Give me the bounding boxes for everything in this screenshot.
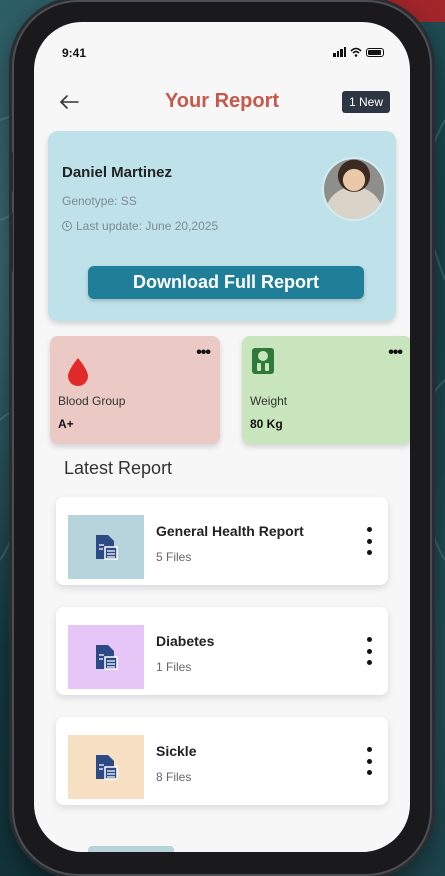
mute-switch [10, 152, 13, 192]
download-report-button[interactable]: Download Full Report [88, 266, 364, 299]
next-report-thumbnail [88, 846, 174, 852]
report-file-count: 1 Files [156, 660, 192, 674]
more-vertical-icon[interactable] [366, 527, 372, 555]
blood-group-card[interactable]: ••• Blood Group A+ [50, 336, 220, 444]
last-update-text: Last update: June 20,2025 [76, 219, 219, 233]
phone-frame: 9:41 Your Report 1 New Daniel Martinez G… [10, 2, 430, 874]
weight-label: Weight [250, 394, 288, 408]
app-header: Your Report 1 New [34, 88, 410, 118]
app-screen: 9:41 Your Report 1 New Daniel Martinez G… [34, 22, 410, 852]
profile-card: Daniel Martinez Genotype: SS Last update… [48, 131, 396, 321]
section-title: Latest Report [64, 458, 173, 478]
report-file-count: 5 Files [156, 550, 192, 564]
more-vertical-icon[interactable] [366, 637, 372, 665]
document-icon [96, 645, 118, 670]
report-thumbnail [68, 625, 144, 689]
signal-icon [333, 47, 346, 57]
more-options-icon[interactable]: ••• [196, 344, 211, 362]
volume-up-button [10, 212, 13, 272]
report-card-diabetes[interactable]: Diabetes 1 Files [56, 607, 388, 695]
report-title: General Health Report [156, 523, 304, 539]
report-title: Sickle [156, 743, 197, 759]
weight-value: 80 Kg [250, 417, 283, 431]
blood-group-label: Blood Group [58, 394, 126, 408]
avatar[interactable] [324, 159, 384, 219]
new-badge[interactable]: 1 New [341, 91, 390, 113]
status-time: 9:41 [62, 46, 87, 60]
status-bar: 9:41 [62, 46, 384, 62]
blood-group-value: A+ [58, 417, 74, 431]
last-update: Last update: June 20,2025 [62, 219, 218, 233]
clock-icon [62, 221, 72, 231]
weight-scale-icon [252, 348, 274, 374]
wifi-icon [350, 47, 362, 57]
document-icon [96, 535, 118, 560]
weight-card[interactable]: ••• Weight 80 Kg [242, 336, 410, 444]
battery-icon [366, 48, 384, 57]
report-thumbnail [68, 515, 144, 579]
patient-name: Daniel Martinez [62, 164, 173, 181]
report-thumbnail [68, 735, 144, 799]
more-options-icon[interactable]: ••• [388, 344, 403, 362]
status-icons [333, 47, 384, 57]
report-file-count: 8 Files [156, 770, 192, 784]
report-title: Diabetes [156, 633, 215, 649]
genotype-text: Genotype: SS [62, 194, 137, 208]
document-icon [96, 755, 118, 780]
more-vertical-icon[interactable] [366, 747, 372, 775]
blood-drop-icon [68, 358, 88, 386]
report-card-general[interactable]: General Health Report 5 Files [56, 497, 388, 585]
report-card-sickle[interactable]: Sickle 8 Files [56, 717, 388, 805]
